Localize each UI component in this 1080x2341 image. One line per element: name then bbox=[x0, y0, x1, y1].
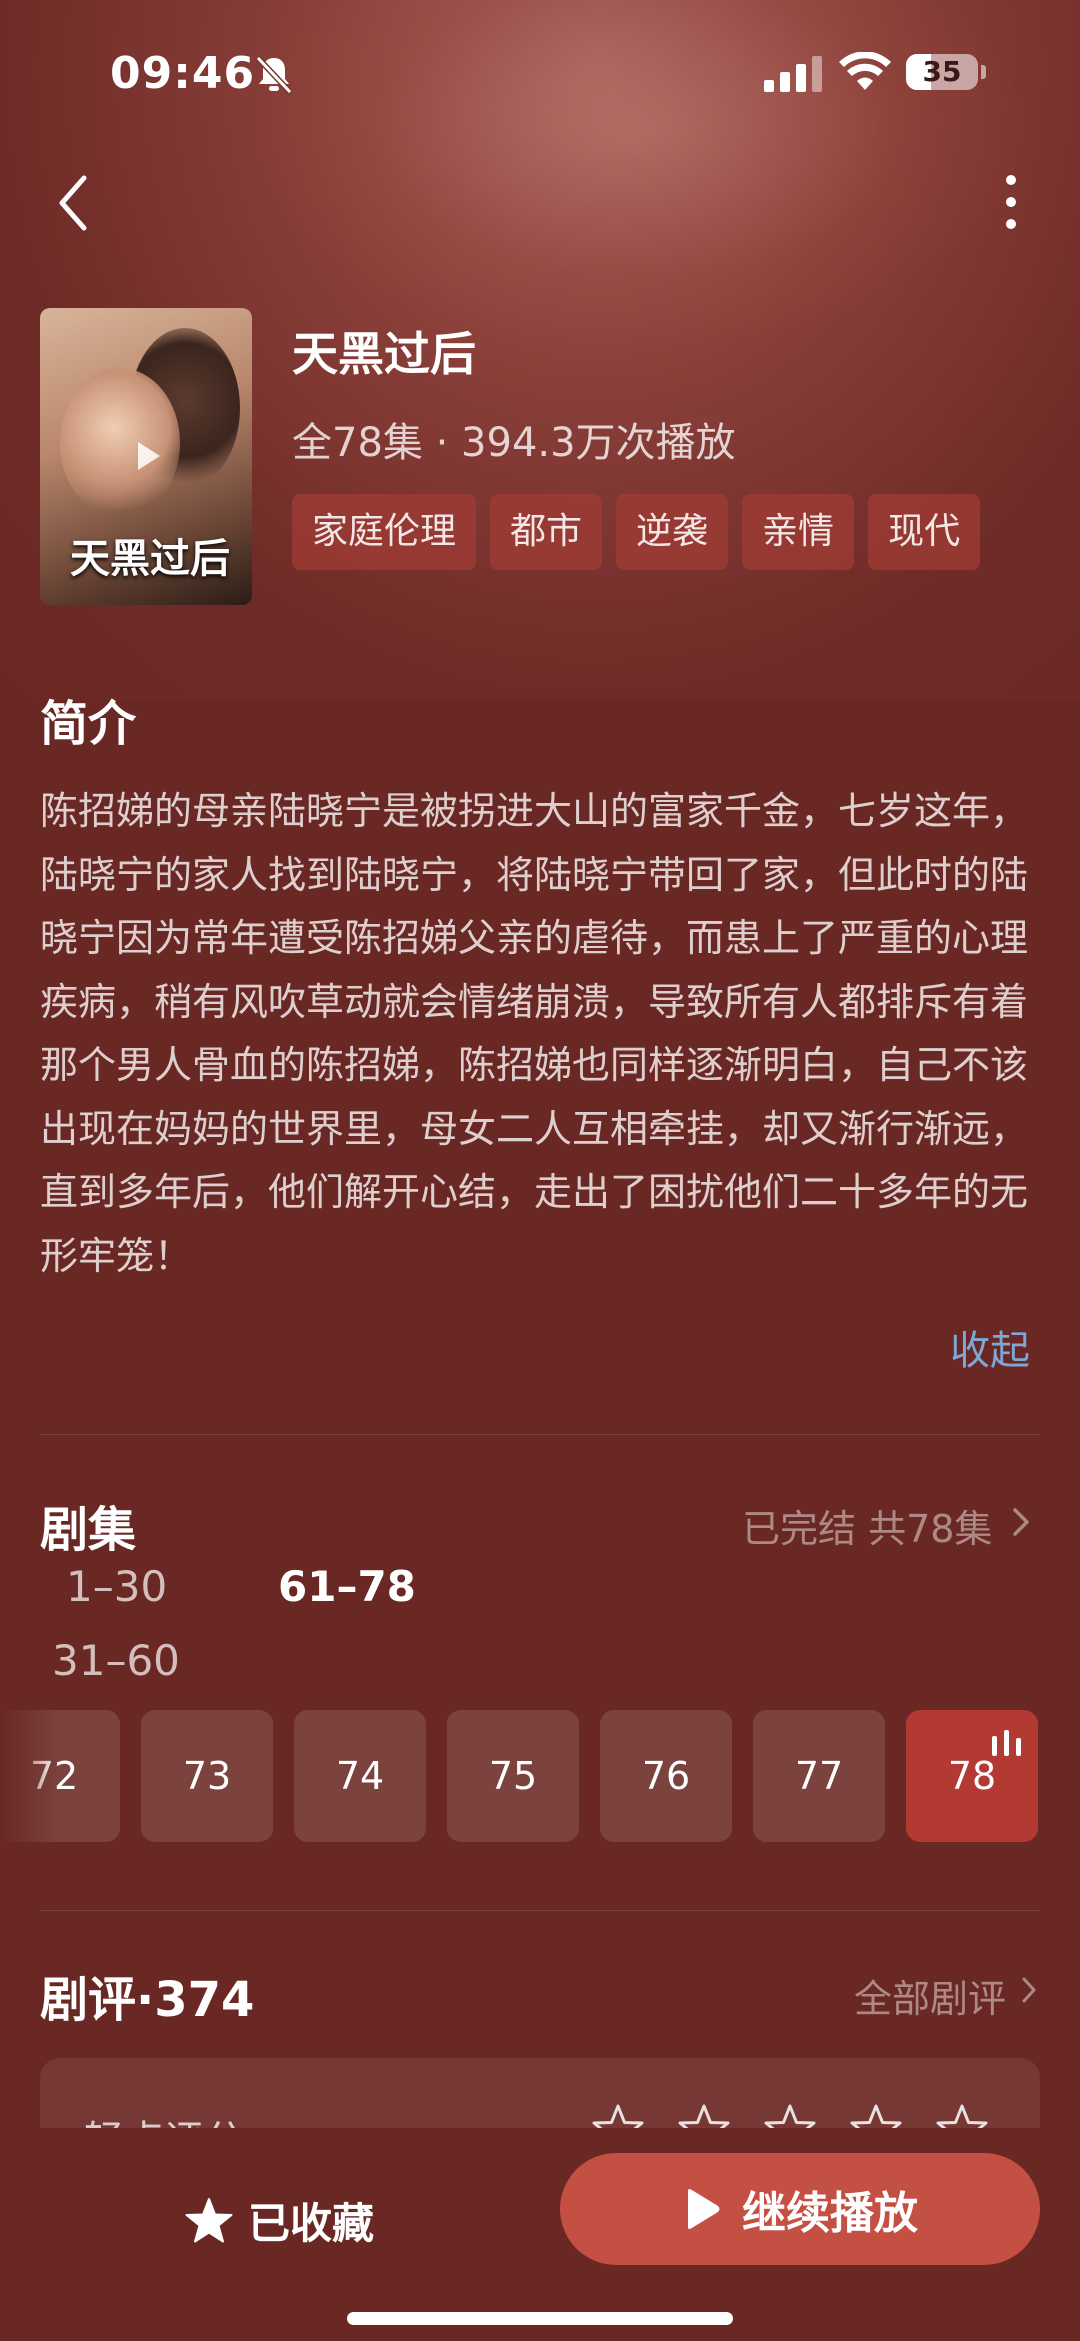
tag-list: 家庭伦理 都市 逆袭 亲情 现代 bbox=[292, 494, 981, 570]
episode-button[interactable]: 76 bbox=[600, 1710, 732, 1842]
play-icon bbox=[688, 2189, 720, 2229]
all-reviews-link[interactable]: 全部剧评 bbox=[854, 1968, 1006, 2023]
current-episode-number: 78 bbox=[947, 1754, 997, 1798]
wifi-icon bbox=[839, 52, 891, 90]
cellular-signal-icon bbox=[764, 56, 822, 92]
episodes-status[interactable]: 已完结 共78集 bbox=[742, 1498, 992, 1553]
episode-button[interactable]: 73 bbox=[141, 1710, 273, 1842]
back-icon[interactable] bbox=[50, 170, 98, 236]
now-playing-icon bbox=[992, 1730, 1021, 1756]
episode-button[interactable]: 75 bbox=[447, 1710, 579, 1842]
drama-title: 天黑过后 bbox=[292, 327, 476, 381]
star-filled-icon bbox=[185, 2197, 233, 2242]
chevron-right-icon[interactable] bbox=[1010, 1504, 1032, 1540]
more-options-icon[interactable] bbox=[994, 172, 1028, 232]
collapse-link[interactable]: 收起 bbox=[950, 1318, 1030, 1376]
chevron-right-icon[interactable] bbox=[1020, 1974, 1038, 2006]
episode-button[interactable]: 74 bbox=[294, 1710, 426, 1842]
tag-chip[interactable]: 家庭伦理 bbox=[292, 494, 477, 570]
synopsis-title: 简介 bbox=[40, 696, 137, 752]
battery-percent: 35 bbox=[922, 55, 962, 88]
poster-title: 天黑过后 bbox=[70, 535, 230, 582]
favorite-label: 已收藏 bbox=[248, 2199, 375, 2248]
drama-meta: 全78集 · 394.3万次播放 bbox=[292, 420, 736, 466]
bottom-action-bar: 已收藏 继续播放 bbox=[0, 2128, 1080, 2341]
battery-icon: 35 bbox=[906, 50, 986, 92]
episode-list: 72 73 74 75 76 77 78 bbox=[0, 1710, 1080, 1842]
episode-range-tab[interactable]: 1–30 bbox=[66, 1562, 167, 1611]
continue-play-button[interactable]: 继续播放 bbox=[560, 2153, 1040, 2265]
continue-play-label: 继续播放 bbox=[742, 2188, 918, 2239]
tag-chip[interactable]: 逆袭 bbox=[616, 494, 729, 570]
episodes-title: 剧集 bbox=[40, 1502, 137, 1558]
section-divider bbox=[40, 1910, 1040, 1911]
episode-button[interactable]: 77 bbox=[753, 1710, 885, 1842]
episode-range-tab-active[interactable]: 61–78 bbox=[278, 1562, 416, 1611]
section-divider bbox=[40, 1434, 1040, 1435]
tag-chip[interactable]: 都市 bbox=[490, 494, 603, 570]
favorite-button[interactable]: 已收藏 bbox=[184, 2190, 374, 2251]
status-time: 09:46 bbox=[110, 48, 256, 99]
status-bar: 09:46 35 bbox=[0, 0, 1080, 150]
tag-chip[interactable]: 亲情 bbox=[742, 494, 855, 570]
home-indicator[interactable] bbox=[347, 2312, 733, 2325]
silent-bell-icon bbox=[255, 55, 293, 95]
episode-range-tab[interactable]: 31–60 bbox=[52, 1636, 180, 1685]
episode-button-current[interactable]: 78 bbox=[906, 1710, 1038, 1842]
synopsis-text: 陈招娣的母亲陆晓宁是被拐进大山的富家千金，七岁这年，陆晓宁的家人找到陆晓宁，将陆… bbox=[40, 789, 1029, 1278]
tag-chip[interactable]: 现代 bbox=[868, 494, 981, 570]
drama-poster[interactable]: 天黑过后 bbox=[40, 308, 252, 605]
reviews-title: 剧评·374 bbox=[40, 1972, 255, 2028]
poster-play-icon bbox=[138, 442, 160, 470]
